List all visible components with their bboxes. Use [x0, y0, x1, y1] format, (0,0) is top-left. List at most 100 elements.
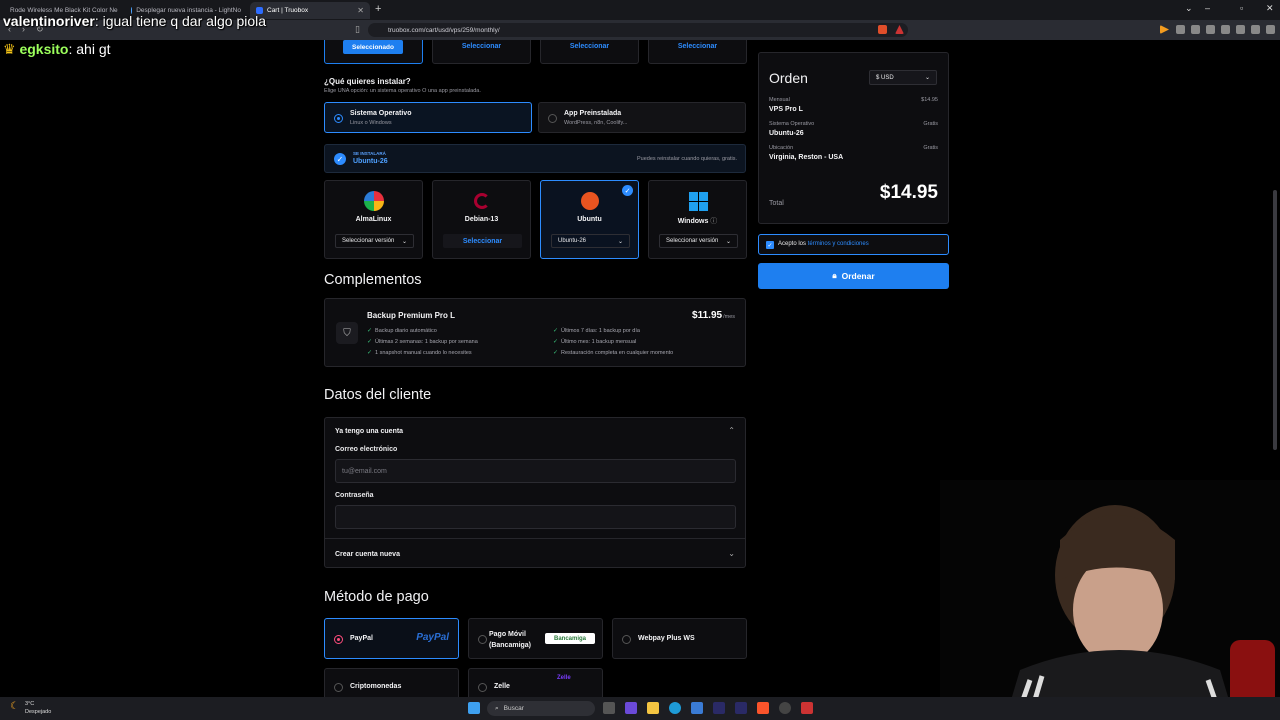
plan-card-selected[interactable]: Seleccionado [324, 40, 423, 64]
terms-row[interactable]: ✓ Acepto los términos y condiciones [758, 234, 949, 255]
extension-icon[interactable] [1176, 25, 1185, 34]
radio-crypto[interactable] [334, 683, 343, 692]
radio-paypal[interactable] [334, 635, 343, 644]
terms-text: Acepto los términos y condiciones [778, 241, 869, 247]
feature-item: ✓ Último mes: 1 backup mensual [553, 339, 637, 345]
close-tab-icon[interactable]: ✕ [357, 6, 364, 15]
edge-icon[interactable] [669, 702, 681, 714]
radio-app[interactable] [548, 114, 557, 123]
payment-webpay[interactable]: Webpay Plus WS [612, 618, 747, 659]
menu-icon[interactable] [1266, 25, 1275, 34]
install-option-os[interactable]: Sistema Operativo Linux o Windows [324, 102, 532, 133]
addon-card[interactable]: ⛉ Backup Premium Pro L $11.95 /mes ✓ Back… [324, 298, 746, 367]
feature-item: ✓ Backup diario automático [367, 328, 437, 334]
chevron-down-icon: ⌄ [924, 75, 930, 81]
feature-item: ✓ Restauración completa en cualquier mome… [553, 350, 674, 356]
os-name: Debian-13 [464, 216, 499, 223]
payment-label: Pago Móvil (Bancamiga) [489, 631, 532, 649]
weather-widget[interactable]: 3°C Despejado [25, 700, 51, 716]
terms-checkbox[interactable]: ✓ [766, 241, 774, 249]
version-select[interactable]: Seleccionar versión ⌄ [335, 234, 414, 248]
os-card-ubuntu[interactable]: ✓ Ubuntu Ubuntu-26 ⌄ [540, 180, 639, 259]
maximize-icon[interactable]: ▫ [1240, 3, 1243, 13]
chat-message: ♛ egksito: ahi gt [3, 41, 111, 57]
brave-shield-icon[interactable] [878, 25, 887, 34]
brave-icon[interactable] [757, 702, 769, 714]
order-button[interactable]: 🔒︎ Ordenar [758, 263, 949, 289]
vpn-icon[interactable] [1251, 25, 1260, 34]
app-icon[interactable] [735, 702, 747, 714]
zelle-logo: Zelle [557, 675, 571, 681]
payment-zelle[interactable]: Zelle Zelle [468, 668, 603, 697]
order-button-label: Ordenar [841, 271, 875, 281]
version-select[interactable]: Seleccionar versión ⌄ [659, 234, 738, 248]
payment-paypal[interactable]: PayPal PayPal [324, 618, 459, 659]
payment-label: Webpay Plus WS [638, 635, 695, 642]
windows-start-icon[interactable] [468, 702, 480, 714]
select-button[interactable]: Seleccionar [433, 43, 530, 50]
create-account-toggle[interactable]: Crear cuenta nueva [335, 551, 400, 558]
chat-text: igual tiene q dar algo piola [102, 13, 267, 29]
radio-pago-movil[interactable] [478, 635, 487, 644]
search-icon: ⌕ [495, 704, 499, 712]
os-card-almalinux[interactable]: AlmaLinux Seleccionar versión ⌄ [324, 180, 423, 259]
info-icon[interactable]: ⓘ [710, 218, 717, 225]
select-button[interactable]: Seleccionar [443, 234, 522, 248]
plan-card[interactable]: Seleccionar [648, 40, 747, 64]
taskbar-search[interactable]: ⌕ Buscar [487, 701, 595, 716]
os-card-windows[interactable]: Windows ⓘ Seleccionar versión ⌄ [648, 180, 747, 259]
chevron-down-icon[interactable]: ⌄ [1185, 3, 1193, 14]
weather-desc: Despejado [25, 709, 52, 715]
order-row-label: Mensual [769, 97, 790, 103]
currency-select[interactable]: $ USD ⌄ [869, 70, 937, 85]
check-icon: ✓ [367, 339, 373, 345]
option-desc: WordPress, n8n, Coolify... [564, 120, 628, 126]
task-view-icon[interactable] [603, 702, 615, 714]
app-icon[interactable] [691, 702, 703, 714]
chat-message: valentinoriver: igual tiene q dar algo p… [3, 13, 267, 29]
page-scrollbar[interactable] [1273, 190, 1277, 450]
option-title: Sistema Operativo [350, 110, 412, 117]
select-button[interactable]: Seleccionar [541, 43, 638, 50]
chevron-down-icon[interactable]: ⌄ [728, 549, 735, 558]
install-option-app[interactable]: App Preinstalada WordPress, n8n, Coolify… [538, 102, 746, 133]
radio-os[interactable] [334, 114, 343, 123]
os-card-debian[interactable]: Debian-13 Seleccionar [432, 180, 531, 259]
page-content: Seleccionado Seleccionar Seleccionar Sel… [0, 40, 1280, 697]
minimize-icon[interactable]: – [1205, 3, 1210, 13]
tab-label: Cart | Truobox [267, 7, 309, 14]
play-icon[interactable] [1160, 25, 1169, 34]
wallet-icon[interactable] [1236, 25, 1245, 34]
app-icon[interactable] [801, 702, 813, 714]
app-icon[interactable] [713, 702, 725, 714]
payment-pago-movil[interactable]: Pago Móvil (Bancamiga) Bancamiga [468, 618, 603, 659]
extension-icon[interactable] [1191, 25, 1200, 34]
sidebar-icon[interactable] [1221, 25, 1230, 34]
plan-card[interactable]: Seleccionar [540, 40, 639, 64]
payment-crypto[interactable]: Criptomonedas [324, 668, 459, 697]
radio-webpay[interactable] [622, 635, 631, 644]
select-button[interactable]: Seleccionar [649, 43, 746, 50]
tab-cart-truobox[interactable]: Cart | Truobox ✕ [250, 2, 370, 19]
banner-caption: SE INSTALARÁ [353, 151, 386, 156]
plan-card[interactable]: Seleccionar [432, 40, 531, 64]
chat-text: ahi gt [76, 41, 111, 57]
chevron-up-icon[interactable]: ⌃ [728, 426, 735, 435]
app-icon[interactable] [779, 702, 791, 714]
new-tab-icon[interactable]: + [375, 3, 381, 15]
url-input[interactable]: truobox.com/cart/usd/vps/259/monthly/ [368, 23, 908, 37]
client-card: Ya tengo una cuenta ⌃ Crear cuenta nueva… [324, 417, 746, 568]
order-row-value: VPS Pro L [769, 106, 803, 113]
close-window-icon[interactable]: ✕ [1266, 3, 1274, 14]
terms-link[interactable]: términos y condiciones [808, 241, 869, 247]
music-icon[interactable] [1206, 25, 1215, 34]
email-field[interactable]: tu@email.com [335, 459, 736, 483]
have-account-toggle[interactable]: Ya tengo una cuenta [335, 428, 403, 435]
version-select[interactable]: Ubuntu-26 ⌄ [551, 234, 630, 248]
password-field[interactable] [335, 505, 736, 529]
app-icon[interactable] [625, 702, 637, 714]
bookmark-icon[interactable]: ▯ [355, 24, 360, 35]
radio-zelle[interactable] [478, 683, 487, 692]
weather-icon: ☾ [10, 701, 19, 712]
file-explorer-icon[interactable] [647, 702, 659, 714]
